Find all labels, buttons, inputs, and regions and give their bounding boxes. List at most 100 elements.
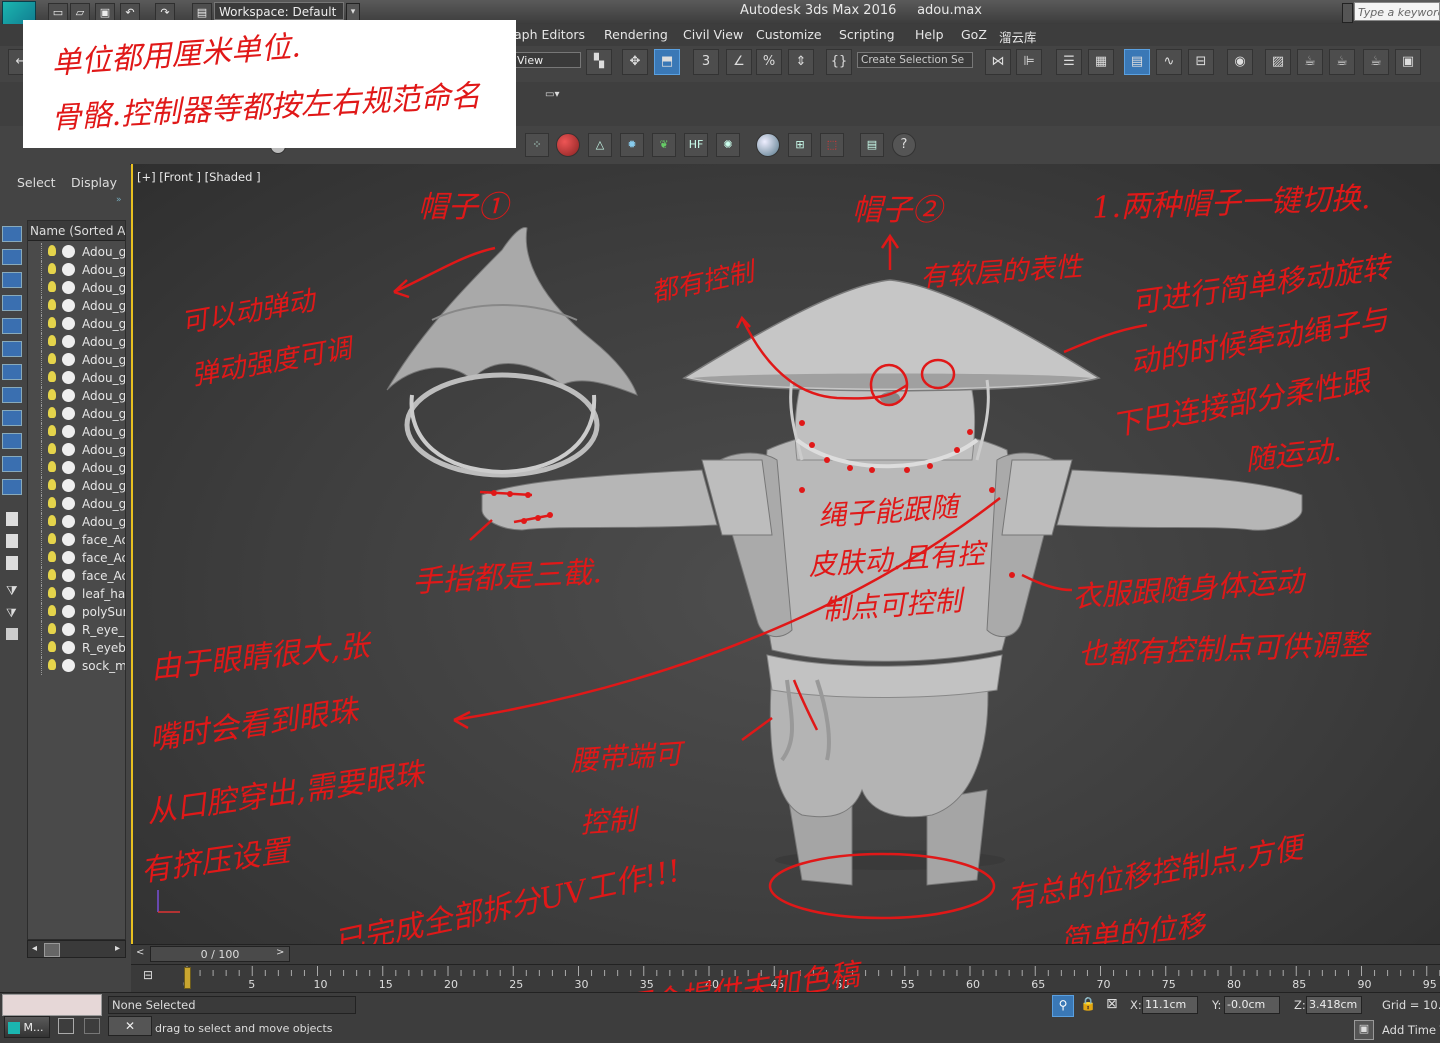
menu-help[interactable]: Help bbox=[915, 27, 944, 42]
search-input[interactable]: Type a keyword bbox=[1354, 2, 1440, 21]
render-toggle-icon[interactable] bbox=[62, 623, 75, 636]
list-item[interactable]: face_Ac bbox=[28, 531, 125, 549]
filter-helpers-icon[interactable] bbox=[2, 318, 22, 334]
render-toggle-icon[interactable] bbox=[62, 443, 75, 456]
ribbon-options-icon[interactable]: ▭▾ bbox=[545, 89, 559, 100]
mirror-icon[interactable]: ⋈ bbox=[985, 49, 1011, 75]
light-bulb-icon[interactable] bbox=[48, 335, 56, 346]
menu-plugin-library[interactable]: 溜云库 bbox=[999, 27, 1037, 46]
gear-icon[interactable]: ✹ bbox=[620, 133, 644, 157]
menu-graph-editors[interactable]: aph Editors bbox=[514, 27, 585, 42]
list-item[interactable]: Adou_g bbox=[28, 279, 125, 297]
filter-containers-icon[interactable] bbox=[2, 433, 22, 449]
render-toggle-icon[interactable] bbox=[62, 479, 75, 492]
render-toggle-icon[interactable] bbox=[62, 497, 75, 510]
workspace-select[interactable]: Workspace: Default bbox=[214, 2, 344, 20]
viewport-label[interactable]: [+] [Front ] [Shaded ] bbox=[137, 170, 261, 184]
light-bulb-icon[interactable] bbox=[48, 353, 56, 364]
current-frame-marker[interactable] bbox=[184, 967, 191, 989]
mass-fx-icon[interactable]: △ bbox=[588, 133, 612, 157]
display-all-icon[interactable] bbox=[6, 512, 18, 526]
help-icon[interactable]: ? bbox=[892, 133, 916, 157]
render-toggle-icon[interactable] bbox=[62, 659, 75, 672]
list-item[interactable]: polySurf bbox=[28, 603, 125, 621]
list-item[interactable]: R_eyeb bbox=[28, 639, 125, 657]
render-iterative-icon[interactable]: ☕ bbox=[1363, 49, 1389, 75]
list-item[interactable]: Adou_g bbox=[28, 261, 125, 279]
light-bulb-icon[interactable] bbox=[48, 623, 56, 634]
render-toggle-icon[interactable] bbox=[62, 335, 75, 348]
list-item[interactable]: Adou_g bbox=[28, 315, 125, 333]
add-time-tag[interactable]: Add Time Tag bbox=[1382, 1023, 1440, 1037]
light-bulb-icon[interactable] bbox=[48, 659, 56, 670]
render-toggle-icon[interactable] bbox=[62, 605, 75, 618]
particle-icon[interactable]: ⁘ bbox=[525, 133, 549, 157]
tab-select[interactable]: Select bbox=[17, 175, 56, 190]
render-icon[interactable]: ☕ bbox=[1329, 49, 1355, 75]
light-bulb-icon[interactable] bbox=[48, 551, 56, 562]
render-toggle-icon[interactable] bbox=[62, 299, 75, 312]
list-item[interactable]: R_eye_ bbox=[28, 621, 125, 639]
light-bulb-icon[interactable] bbox=[48, 281, 56, 292]
list-item[interactable]: Adou_g bbox=[28, 297, 125, 315]
material-editor-icon[interactable]: ◉ bbox=[1227, 49, 1253, 75]
menu-rendering[interactable]: Rendering bbox=[604, 27, 668, 42]
snaps-toggle-icon[interactable]: 3 bbox=[693, 49, 719, 75]
scroll-right-icon[interactable]: ▸ bbox=[115, 941, 120, 957]
filter-shapes-icon[interactable] bbox=[2, 249, 22, 265]
edit-named-selection-icon[interactable]: {} bbox=[826, 49, 852, 75]
render-toggle-icon[interactable] bbox=[62, 263, 75, 276]
light-bulb-icon[interactable] bbox=[48, 497, 56, 508]
maximize-icon[interactable] bbox=[84, 1018, 100, 1034]
render-setup-icon[interactable]: ▨ bbox=[1265, 49, 1291, 75]
filter-xrefs-icon[interactable] bbox=[2, 387, 22, 403]
filter-hidden-icon[interactable] bbox=[2, 479, 22, 495]
list-item[interactable]: Adou_g bbox=[28, 387, 125, 405]
light-bulb-icon[interactable] bbox=[48, 245, 56, 256]
graphite-toggle-icon[interactable]: ▦ bbox=[1088, 49, 1114, 75]
light-bulb-icon[interactable] bbox=[48, 317, 56, 328]
list-item[interactable]: Adou_g bbox=[28, 441, 125, 459]
render-toggle-icon[interactable] bbox=[62, 461, 75, 474]
filter-frozen-icon[interactable] bbox=[2, 456, 22, 472]
frame-counter[interactable]: 0 / 100 bbox=[150, 946, 290, 962]
scene-explorer-toggle-icon[interactable]: ▤ bbox=[1124, 49, 1150, 75]
explorer-expand-icon[interactable]: » bbox=[116, 195, 122, 205]
y-coordinate-field[interactable]: -0.0cm bbox=[1224, 996, 1280, 1014]
absolute-mode-icon[interactable]: ⊠ bbox=[1106, 996, 1118, 1012]
menu-goz[interactable]: GoZ bbox=[961, 27, 987, 42]
light-bulb-icon[interactable] bbox=[48, 425, 56, 436]
restore-icon[interactable] bbox=[58, 1018, 74, 1034]
render-toggle-icon[interactable] bbox=[62, 569, 75, 582]
render-toggle-icon[interactable] bbox=[62, 245, 75, 258]
pivot-center-icon[interactable]: ▚ bbox=[586, 49, 612, 75]
render-toggle-icon[interactable] bbox=[62, 371, 75, 384]
render-toggle-icon[interactable] bbox=[62, 425, 75, 438]
filter-groups-icon[interactable] bbox=[2, 364, 22, 380]
find-icon[interactable] bbox=[6, 628, 18, 640]
display-invert-icon[interactable] bbox=[6, 556, 18, 570]
grass-icon[interactable]: ❦ bbox=[652, 133, 676, 157]
time-prev-icon[interactable]: < bbox=[136, 947, 144, 958]
selection-lock-icon[interactable]: 🔒 bbox=[1080, 997, 1096, 1012]
list-item[interactable]: Adou_g bbox=[28, 513, 125, 531]
light-bulb-icon[interactable] bbox=[48, 389, 56, 400]
selection-set-dropdown[interactable]: Create Selection Se bbox=[857, 52, 973, 68]
render-toggle-icon[interactable] bbox=[62, 281, 75, 294]
list-item[interactable]: Adou_g bbox=[28, 405, 125, 423]
align-icon[interactable]: ⊫ bbox=[1016, 49, 1042, 75]
light-bulb-icon[interactable] bbox=[48, 587, 56, 598]
lock-icon[interactable]: ⊞ bbox=[788, 133, 812, 157]
list-item[interactable]: Adou_g bbox=[28, 459, 125, 477]
light-bulb-icon[interactable] bbox=[48, 533, 56, 544]
render-toggle-icon[interactable] bbox=[62, 533, 75, 546]
list-item[interactable]: Adou_g bbox=[28, 477, 125, 495]
reference-coordinate-dropdown[interactable]: View bbox=[513, 52, 581, 68]
menu-customize[interactable]: Customize bbox=[756, 27, 822, 42]
tab-display[interactable]: Display bbox=[71, 175, 117, 190]
filter-funnel-small-icon[interactable]: ⧩ bbox=[6, 606, 17, 621]
selection-region-icon[interactable]: ⬚ bbox=[820, 133, 844, 157]
z-coordinate-field[interactable]: 3.418cm bbox=[1306, 996, 1362, 1014]
a360-render-icon[interactable]: ▣ bbox=[1395, 49, 1421, 75]
list-item[interactable]: Adou_g bbox=[28, 243, 125, 261]
